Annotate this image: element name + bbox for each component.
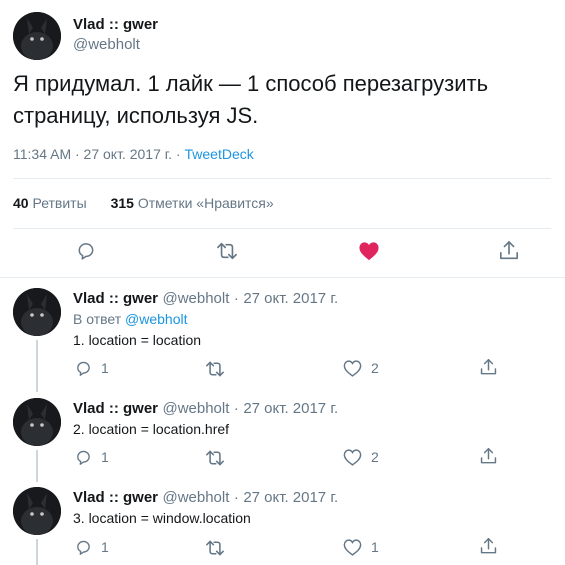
retweet-button[interactable] xyxy=(205,539,225,557)
reply-icon xyxy=(77,540,90,555)
reply-date[interactable]: 27 окт. 2017 г. xyxy=(243,400,338,417)
likes-stat[interactable]: 315 Отметки «Нравится» xyxy=(111,195,274,211)
reply-date[interactable]: 27 окт. 2017 г. xyxy=(243,489,338,506)
divider xyxy=(13,228,551,229)
reply-icon xyxy=(77,361,90,376)
reply-author-name[interactable]: Vlad :: gwer xyxy=(73,290,158,307)
retweet-icon xyxy=(217,242,237,260)
avatar[interactable] xyxy=(13,288,61,336)
retweet-icon xyxy=(206,361,224,377)
thread-line xyxy=(36,450,38,482)
retweet-icon xyxy=(206,540,224,556)
like-icon xyxy=(359,242,379,261)
reply-text: 2. location = location.href xyxy=(73,421,230,437)
retweets-count: 40 xyxy=(13,195,29,211)
reply-button[interactable] xyxy=(75,360,92,377)
reply-button[interactable] xyxy=(75,449,92,466)
likes-count: 315 xyxy=(110,195,134,211)
reply-header: Vlad :: gwer @webholt · 27 окт. 2017 г. xyxy=(73,489,338,507)
reply-author-name[interactable]: Vlad :: gwer xyxy=(73,489,158,506)
tweet-time-date[interactable]: 11:34 AM · 27 окт. 2017 г. · xyxy=(13,146,181,162)
tweet-text: Я придумал. 1 лайк — 1 способ перезагруз… xyxy=(13,71,489,128)
share-icon xyxy=(480,448,497,464)
reply-count: 1 xyxy=(101,539,109,555)
share-icon xyxy=(500,241,518,260)
reply-icon xyxy=(77,450,90,465)
like-button[interactable] xyxy=(358,241,380,261)
reply-sep: · xyxy=(233,290,239,307)
like-button[interactable] xyxy=(343,539,362,556)
reply-sep: · xyxy=(233,400,239,417)
avatar[interactable] xyxy=(13,12,61,60)
avatar[interactable] xyxy=(13,487,61,535)
retweet-button[interactable] xyxy=(205,449,225,467)
reply-icon xyxy=(78,243,94,260)
share-button[interactable] xyxy=(499,240,519,262)
reply-author-handle[interactable]: @webholt xyxy=(162,489,229,506)
like-button[interactable] xyxy=(343,360,362,377)
share-button[interactable] xyxy=(480,537,497,556)
divider xyxy=(0,277,565,278)
reply-author-name[interactable]: Vlad :: gwer xyxy=(73,400,158,417)
like-icon xyxy=(343,449,362,466)
tweet-timestamp: 11:34 AM · 27 окт. 2017 г. · TweetDeck xyxy=(13,146,254,162)
retweets-label: Ретвиты xyxy=(32,195,87,211)
like-button[interactable] xyxy=(343,449,362,466)
reply-to-line: В ответ @webholt xyxy=(73,311,188,327)
like-icon xyxy=(343,360,362,377)
like-icon xyxy=(343,539,362,556)
reply-date[interactable]: 27 окт. 2017 г. xyxy=(243,290,338,307)
share-button[interactable] xyxy=(480,358,497,377)
reply-button[interactable] xyxy=(76,241,96,261)
reply-header: Vlad :: gwer @webholt · 27 окт. 2017 г. xyxy=(73,400,338,418)
retweet-button[interactable] xyxy=(216,241,238,261)
likes-label: Отметки «Нравится» xyxy=(137,195,274,211)
retweets-stat[interactable]: 40 Ретвиты xyxy=(13,195,91,211)
share-icon xyxy=(480,359,497,375)
reply-author-handle[interactable]: @webholt xyxy=(162,290,229,307)
reply-sep: · xyxy=(233,489,239,506)
retweet-icon xyxy=(206,450,224,466)
like-count: 2 xyxy=(371,360,379,376)
retweet-button[interactable] xyxy=(205,360,225,378)
reply-header: Vlad :: gwer @webholt · 27 окт. 2017 г. xyxy=(73,290,338,308)
reply-text: 3. location = window.location xyxy=(73,510,251,526)
thread-line xyxy=(36,340,38,392)
reply-count: 1 xyxy=(101,449,109,465)
reply-count: 1 xyxy=(101,360,109,376)
author-name[interactable]: Vlad :: gwer xyxy=(73,16,158,33)
divider xyxy=(13,178,551,179)
reply-button[interactable] xyxy=(75,539,92,556)
share-icon xyxy=(480,538,497,554)
tweet-stats: 40 Ретвиты 315 Отметки «Нравится» xyxy=(13,195,274,211)
share-button[interactable] xyxy=(480,447,497,466)
reply-author-handle[interactable]: @webholt xyxy=(162,400,229,417)
like-count: 1 xyxy=(371,539,379,555)
tweet-client[interactable]: TweetDeck xyxy=(185,146,254,162)
reply-to-prefix: В ответ xyxy=(73,311,122,327)
author-handle[interactable]: @webholt xyxy=(73,36,140,53)
reply-text: 1. location = location xyxy=(73,332,202,348)
reply-to-handle[interactable]: @webholt xyxy=(125,311,187,327)
avatar[interactable] xyxy=(13,398,61,446)
like-count: 2 xyxy=(371,449,379,465)
thread-line xyxy=(36,539,38,565)
